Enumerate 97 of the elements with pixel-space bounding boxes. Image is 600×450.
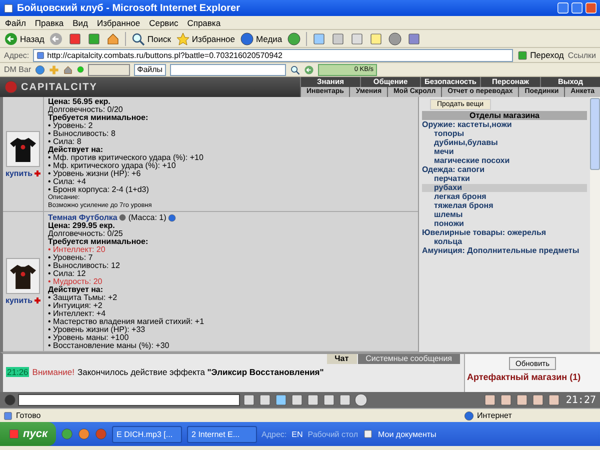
- menu-item[interactable]: Сервис: [149, 18, 178, 28]
- language-indicator[interactable]: EN: [292, 430, 303, 438]
- go-button[interactable]: Переход: [517, 50, 564, 60]
- plus-icon[interactable]: [34, 297, 41, 304]
- item-mass: (Масса: 1): [128, 214, 166, 222]
- effect-line: • Восстановление маны (%): +30: [48, 342, 170, 350]
- blank-field[interactable]: [88, 64, 130, 76]
- t-shirt-icon: [10, 136, 36, 162]
- requirement-line: • Выносливость: 8: [48, 130, 116, 138]
- search-button[interactable]: Поиск: [131, 32, 171, 46]
- requirement-line: • Уровень: 2: [48, 122, 94, 130]
- department-link[interactable]: топоры: [422, 130, 587, 138]
- alert-label: Внимание!: [32, 367, 74, 377]
- message-time: 21:26: [6, 367, 30, 377]
- effects-heading: Действует на:: [48, 286, 104, 294]
- requirement-line: • Сила: 12: [48, 270, 87, 278]
- menu-item[interactable]: Правка: [34, 18, 64, 28]
- requirement-line: • Интеллект: 20: [48, 246, 106, 254]
- zone-text: Интернет: [477, 411, 513, 420]
- department-link[interactable]: тяжелая броня: [422, 202, 587, 210]
- menu-item[interactable]: Файл: [5, 18, 26, 28]
- department-link[interactable]: мечи: [422, 148, 587, 156]
- department-link[interactable]: кольца: [422, 238, 587, 246]
- files-dropdown[interactable]: Файлы: [134, 64, 166, 76]
- close-button[interactable]: [585, 2, 597, 14]
- effect-line: • Уровень жизни (HP): +33: [48, 326, 146, 334]
- effect-line: • Интеллект: +4: [48, 310, 107, 318]
- item-price: Цена: 299.95 екр.: [48, 222, 115, 230]
- department-link[interactable]: Одежда: сапоги: [422, 166, 587, 174]
- home-icon[interactable]: [63, 64, 74, 74]
- menu-item[interactable]: Вид: [72, 18, 88, 28]
- location-title: Артефактный магазин (1): [466, 372, 581, 382]
- clock: 21:27: [566, 394, 596, 406]
- effect-line: • Мф. критического удара (%): +10: [48, 162, 176, 170]
- taskbar-button[interactable]: E DICH.mp3 [...: [112, 426, 182, 442]
- back-button[interactable]: Назад: [4, 32, 44, 46]
- department-link[interactable]: легкая броня: [422, 193, 587, 201]
- chat-tab[interactable]: Чат: [326, 354, 357, 364]
- buy-link[interactable]: купить: [5, 296, 33, 305]
- department-link[interactable]: Амуниция: Дополнительные предметы: [422, 247, 587, 255]
- dot-icon[interactable]: [77, 66, 84, 73]
- chat-input[interactable]: [18, 394, 240, 406]
- effect-line: • Мф. против критического удара (%): +10: [48, 154, 204, 162]
- address-label: Адрес:: [262, 430, 287, 438]
- address-field[interactable]: http://capitalcity.combats.ru/buttons.pl?battle=0.703216020570942: [33, 48, 514, 62]
- requirement-line: • Выносливость: 12: [48, 262, 121, 270]
- restore-button[interactable]: [571, 2, 583, 14]
- item-durability: Долговечность: 0/20: [48, 106, 124, 114]
- address-label: Адрес:: [4, 50, 30, 60]
- scrollbar[interactable]: [590, 97, 600, 352]
- plus-icon[interactable]: [34, 170, 41, 176]
- home-icon[interactable]: [106, 32, 120, 46]
- requirement-line: • Мудрость: 20: [48, 278, 104, 286]
- effect-line: • Интуиция: +2: [48, 302, 104, 310]
- search-icon: [131, 32, 146, 46]
- requirement-line: • Уровень: 7: [48, 254, 94, 262]
- department-link[interactable]: рубахи: [422, 184, 587, 192]
- menu-item[interactable]: Справка: [187, 18, 221, 28]
- effect-line: • Защита Тьмы: +2: [48, 294, 118, 302]
- start-button[interactable]: пуск: [0, 422, 56, 446]
- status-text: Готово: [16, 411, 41, 420]
- toolbar-label: DM Bar: [4, 65, 32, 74]
- department-link[interactable]: магические посохи: [422, 157, 587, 165]
- effect-line: • Мастерство владения магией стихий: +1: [48, 318, 204, 326]
- department-link[interactable]: Ювелирные товары: ожерелья: [422, 229, 587, 237]
- site-logo[interactable]: CAPITALCITY: [21, 82, 98, 92]
- menu-item[interactable]: Избранное: [97, 18, 140, 28]
- links-label[interactable]: Ссылки: [568, 50, 596, 60]
- favorites-button[interactable]: Избранное: [176, 32, 235, 46]
- search-icon[interactable]: [290, 64, 300, 74]
- requirements-heading: Требуется минимальное:: [48, 114, 150, 122]
- department-link[interactable]: дубины,булавы: [422, 139, 587, 147]
- departments-heading: Отделы магазина: [422, 111, 587, 120]
- effect-line: • Броня корпуса: 2-4 (1+d3): [48, 186, 150, 194]
- t-shirt-icon: [10, 263, 36, 289]
- department-link[interactable]: Оружие: кастеты,ножи: [422, 121, 587, 129]
- effect-line: • Сила: +4: [48, 178, 87, 186]
- minimize-button[interactable]: [557, 2, 569, 14]
- window-title: Бойцовский клуб - Microsoft Internet Explorer: [17, 2, 242, 14]
- item-price: Цена: 56.95 екр.: [48, 98, 112, 106]
- effect-line: • Уровень жизни (HP): +6: [48, 170, 141, 178]
- effects-heading: Действует на:: [48, 146, 104, 154]
- chat-tab[interactable]: Системные сообщения: [358, 354, 460, 364]
- buy-link[interactable]: купить: [5, 168, 33, 178]
- media-button[interactable]: Медиа: [240, 32, 282, 46]
- item-title-link[interactable]: Темная Футболка: [48, 214, 118, 222]
- department-link[interactable]: шлемы: [422, 211, 587, 219]
- chat-message: Закончилось действие эффекта "Эликсир Восстановления": [78, 367, 324, 377]
- requirement-line: • Сила: 8: [48, 138, 82, 146]
- effect-line: • Уровень маны: +100: [48, 334, 130, 342]
- taskbar-button[interactable]: 2 Internet E...: [186, 426, 257, 442]
- requirements-heading: Требуется минимальное:: [48, 238, 150, 246]
- department-link[interactable]: перчатки: [422, 175, 587, 183]
- department-link[interactable]: поножи: [422, 220, 587, 228]
- star-icon: [176, 32, 190, 46]
- item-durability: Долговечность: 0/25: [48, 230, 124, 238]
- documents-label[interactable]: Мои документы: [378, 430, 436, 438]
